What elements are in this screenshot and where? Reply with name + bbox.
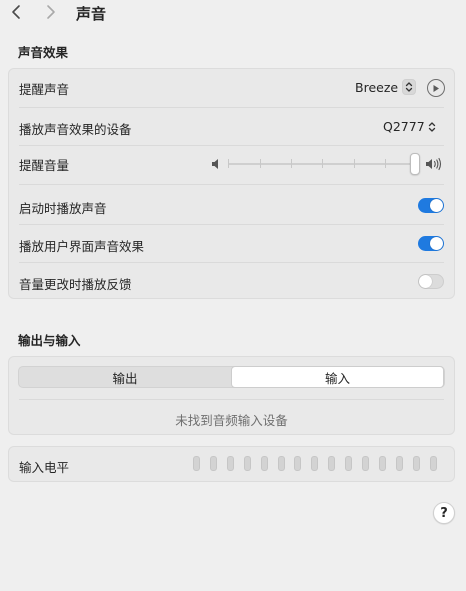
toolbar: 声音 bbox=[0, 0, 466, 26]
slider-tick bbox=[385, 159, 386, 168]
play-icon bbox=[433, 84, 439, 92]
input-level-bar bbox=[243, 456, 251, 471]
toggle-knob bbox=[419, 275, 432, 288]
volume-feedback-label: 音量更改时播放反馈 bbox=[19, 277, 132, 292]
output-device-label: 播放声音效果的设备 bbox=[19, 122, 132, 137]
volume-feedback-toggle[interactable] bbox=[418, 274, 444, 289]
output-device-popup[interactable]: Q2777 bbox=[383, 119, 436, 134]
input-level-bar bbox=[429, 456, 437, 471]
slider-tick bbox=[260, 159, 261, 168]
sound-effects-group: 提醒声音 Breeze 播放声音效果的设备 Q2777 提醒音量 启动时播放声音 bbox=[8, 68, 455, 299]
tab-output[interactable]: 输出 bbox=[19, 367, 231, 387]
ui-sound-effects-label: 播放用户界面声音效果 bbox=[19, 239, 145, 254]
alert-volume-label: 提醒音量 bbox=[19, 158, 70, 173]
input-level-bar bbox=[193, 456, 200, 471]
ui-sound-effects-row: 播放用户界面声音效果 bbox=[9, 225, 454, 263]
toggle-knob bbox=[430, 199, 443, 212]
input-level-bar bbox=[277, 456, 285, 471]
toggle-knob bbox=[430, 237, 443, 250]
window-title: 声音 bbox=[76, 5, 107, 23]
startup-sound-label: 启动时播放声音 bbox=[19, 201, 107, 216]
alert-sound-label: 提醒声音 bbox=[19, 82, 70, 97]
input-level-label: 输入电平 bbox=[19, 460, 70, 475]
tab-input[interactable]: 输入 bbox=[231, 366, 444, 388]
input-level-bar bbox=[209, 456, 217, 471]
input-level-bar bbox=[328, 456, 336, 471]
ui-sound-effects-toggle[interactable] bbox=[418, 236, 444, 251]
speaker-low-icon bbox=[212, 159, 218, 169]
slider-tick bbox=[354, 159, 355, 168]
help-button[interactable]: ? bbox=[433, 502, 455, 524]
forward-button[interactable] bbox=[43, 3, 59, 21]
alert-volume-slider-knob[interactable] bbox=[410, 153, 420, 175]
startup-sound-row: 启动时播放声音 bbox=[9, 185, 454, 223]
back-button[interactable] bbox=[8, 3, 24, 21]
speaker-high-icon bbox=[426, 157, 442, 171]
input-level-bar bbox=[412, 456, 420, 471]
startup-sound-toggle[interactable] bbox=[418, 198, 444, 213]
input-level-bar bbox=[395, 456, 403, 471]
input-level-bar bbox=[378, 456, 386, 471]
input-level-bar bbox=[294, 456, 302, 471]
output-device-row: 播放声音效果的设备 Q2777 bbox=[9, 108, 454, 145]
chevron-left-icon bbox=[12, 5, 20, 19]
slider-tick bbox=[228, 159, 229, 168]
slider-tick bbox=[291, 159, 292, 168]
up-down-chevron-icon bbox=[428, 121, 436, 133]
input-level-bar bbox=[345, 456, 353, 471]
input-level-bar bbox=[226, 456, 234, 471]
input-level-bar bbox=[260, 456, 268, 471]
alert-volume-row: 提醒音量 bbox=[9, 146, 454, 184]
input-level-bar bbox=[311, 456, 319, 471]
input-level-bar bbox=[362, 456, 369, 471]
volume-feedback-row: 音量更改时播放反馈 bbox=[9, 263, 454, 299]
chevron-right-icon bbox=[47, 5, 55, 19]
output-input-section-title: 输出与输入 bbox=[18, 333, 81, 348]
play-alert-sound-button[interactable] bbox=[427, 79, 445, 97]
sound-effects-section-title: 声音效果 bbox=[18, 45, 69, 60]
no-input-device-message: 未找到音频输入设备 bbox=[175, 413, 288, 428]
alert-sound-popup[interactable]: Breeze bbox=[355, 79, 417, 95]
alert-sound-value: Breeze bbox=[355, 79, 399, 95]
output-input-segmented-control: 输出 输入 bbox=[18, 366, 445, 388]
slider-tick bbox=[322, 159, 323, 168]
divider bbox=[19, 399, 444, 400]
alert-sound-row: 提醒声音 Breeze bbox=[9, 69, 454, 107]
up-down-chevron-icon bbox=[402, 79, 417, 95]
output-device-value: Q2777 bbox=[383, 119, 425, 134]
